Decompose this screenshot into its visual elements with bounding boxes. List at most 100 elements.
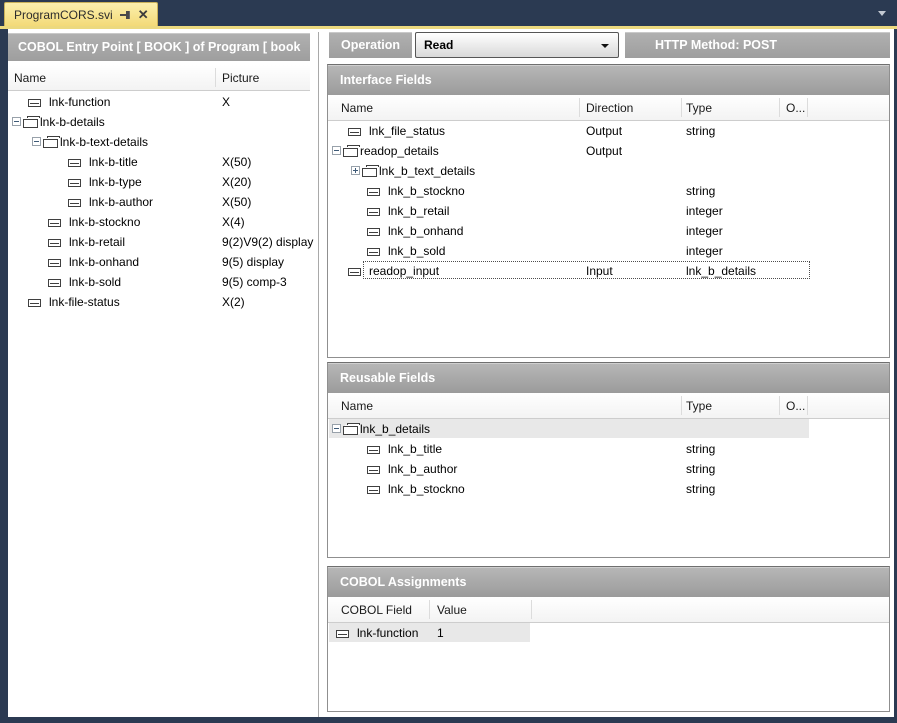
field-name: lnk-file-status <box>49 295 120 309</box>
column-name[interactable]: Name <box>341 101 373 115</box>
field-icon <box>367 486 380 494</box>
cell-type: string <box>686 124 715 138</box>
column-direction[interactable]: Direction <box>586 101 633 115</box>
cell-type: integer <box>686 244 723 258</box>
field-name: lnk-b-sold <box>69 275 121 289</box>
column-picture[interactable]: Picture <box>222 71 259 85</box>
field-icon <box>367 466 380 474</box>
table-row[interactable]: lnk-b-details <box>8 112 310 132</box>
collapse-icon[interactable] <box>332 424 341 433</box>
table-row[interactable]: lnk_b_titlestring <box>328 439 889 459</box>
table-row[interactable]: lnk_b_retailinteger <box>328 201 889 221</box>
expand-icon[interactable] <box>351 166 360 175</box>
table-row[interactable]: lnk-b-onhand9(5) display <box>8 252 310 272</box>
interface-fields-tree: lnk_file_statusOutputstringreadop_detail… <box>328 121 889 281</box>
table-row[interactable]: lnk_b_text_details <box>328 161 889 181</box>
column-separator[interactable] <box>807 98 808 117</box>
table-row[interactable]: lnk_file_statusOutputstring <box>328 121 889 141</box>
cell-direction: Output <box>586 144 622 158</box>
table-row[interactable]: lnk_b_soldinteger <box>328 241 889 261</box>
column-separator[interactable] <box>681 396 682 415</box>
column-separator[interactable] <box>779 98 780 117</box>
reusable-fields-tree: lnk_b_details lnk_b_titlestringlnk_b_auth… <box>328 419 889 499</box>
column-occurs[interactable]: O... <box>786 101 805 115</box>
field-name: lnk_b_stockno <box>388 482 465 496</box>
table-row[interactable]: lnk-functionX <box>8 92 310 112</box>
cell-direction: Input <box>586 264 613 278</box>
pin-icon[interactable] <box>120 10 131 20</box>
section-title: Interface Fields <box>328 65 889 95</box>
cell-value: 1 <box>437 626 444 640</box>
combo-arrow-icon <box>601 44 609 48</box>
collapse-icon[interactable] <box>12 117 21 126</box>
field-name: lnk_b_title <box>388 442 442 456</box>
column-type[interactable]: Type <box>686 399 712 413</box>
http-method-label: HTTP Method: POST <box>625 32 890 58</box>
field-icon <box>48 279 61 287</box>
cell-picture: X(20) <box>222 175 251 189</box>
field-name: lnk-function <box>49 95 110 109</box>
document-tab[interactable]: ProgramCORS.svi ✕ <box>4 2 158 26</box>
table-row[interactable]: lnk_b_stocknostring <box>328 479 889 499</box>
table-row[interactable]: lnk_b_details <box>328 419 889 439</box>
column-value[interactable]: Value <box>437 603 467 617</box>
table-row[interactable]: readop_inputInputlnk_b_details <box>328 261 889 281</box>
left-column-header: Name Picture <box>8 65 310 91</box>
operation-select[interactable]: Read <box>415 32 619 58</box>
group-field-icon <box>343 423 360 435</box>
column-separator[interactable] <box>681 98 682 117</box>
column-separator[interactable] <box>531 600 532 619</box>
cell-picture: 9(5) comp-3 <box>222 275 287 289</box>
field-name: lnk_b_details <box>360 422 430 436</box>
field-name: readop_input <box>369 264 439 278</box>
document-area: COBOL Entry Point [ BOOK ] of Program [ … <box>8 29 894 717</box>
column-separator[interactable] <box>429 600 430 619</box>
field-name: lnk-b-title <box>89 155 138 169</box>
panel-title: COBOL Entry Point [ BOOK ] of Program [ … <box>8 33 310 61</box>
column-cobol-field[interactable]: COBOL Field <box>341 603 412 617</box>
cell-type: string <box>686 184 715 198</box>
column-separator[interactable] <box>779 396 780 415</box>
column-separator[interactable] <box>807 396 808 415</box>
column-separator[interactable] <box>579 98 580 117</box>
field-name: lnk_b_stockno <box>388 184 465 198</box>
chevron-down-icon[interactable] <box>878 11 886 16</box>
table-row[interactable]: lnk_b_authorstring <box>328 459 889 479</box>
column-separator[interactable] <box>215 68 216 87</box>
tab-title: ProgramCORS.svi <box>14 8 113 22</box>
table-row[interactable]: lnk-b-authorX(50) <box>8 192 310 212</box>
operation-row: Operation Read HTTP Method: POST <box>327 32 890 58</box>
table-row[interactable]: lnk_b_stockno string <box>328 181 889 201</box>
interface-fields-section: Interface Fields Name Direction Type O..… <box>327 64 890 358</box>
field-icon <box>348 128 361 136</box>
table-row[interactable]: lnk-b-retail9(2)V9(2) display <box>8 232 310 252</box>
table-row[interactable]: lnk-b-titleX(50) <box>8 152 310 172</box>
field-name: lnk-b-details <box>40 115 105 129</box>
field-name: lnk_b_onhand <box>388 224 463 238</box>
table-row[interactable]: lnk-b-stocknoX(4) <box>8 212 310 232</box>
field-icon <box>348 268 361 276</box>
field-name: lnk-b-author <box>89 195 153 209</box>
field-name: lnk-b-text-details <box>60 135 148 149</box>
table-row[interactable]: lnk_b_onhandinteger <box>328 221 889 241</box>
column-type[interactable]: Type <box>686 101 712 115</box>
collapse-icon[interactable] <box>332 146 341 155</box>
service-interface-panel: Operation Read HTTP Method: POST Interfa… <box>327 29 890 717</box>
column-name[interactable]: Name <box>14 71 46 85</box>
table-row[interactable]: readop_detailsOutput <box>328 141 889 161</box>
group-field-icon <box>362 165 379 177</box>
column-name[interactable]: Name <box>341 399 373 413</box>
collapse-icon[interactable] <box>32 137 41 146</box>
table-row[interactable]: lnk-file-statusX(2) <box>8 292 310 312</box>
table-row[interactable]: lnk-b-sold 9(5) comp-3 <box>8 272 310 292</box>
panel-splitter[interactable] <box>318 32 319 717</box>
operation-value: Read <box>424 38 453 52</box>
group-field-icon <box>43 136 60 148</box>
table-row[interactable]: lnk-b-type X(20) <box>8 172 310 192</box>
column-occurs[interactable]: O... <box>786 399 805 413</box>
cell-picture: 9(5) display <box>222 255 284 269</box>
close-icon[interactable]: ✕ <box>138 10 149 20</box>
table-row[interactable]: lnk-function1 <box>328 623 889 643</box>
table-row[interactable]: lnk-b-text-details <box>8 132 310 152</box>
field-name: lnk-b-type <box>89 175 142 189</box>
